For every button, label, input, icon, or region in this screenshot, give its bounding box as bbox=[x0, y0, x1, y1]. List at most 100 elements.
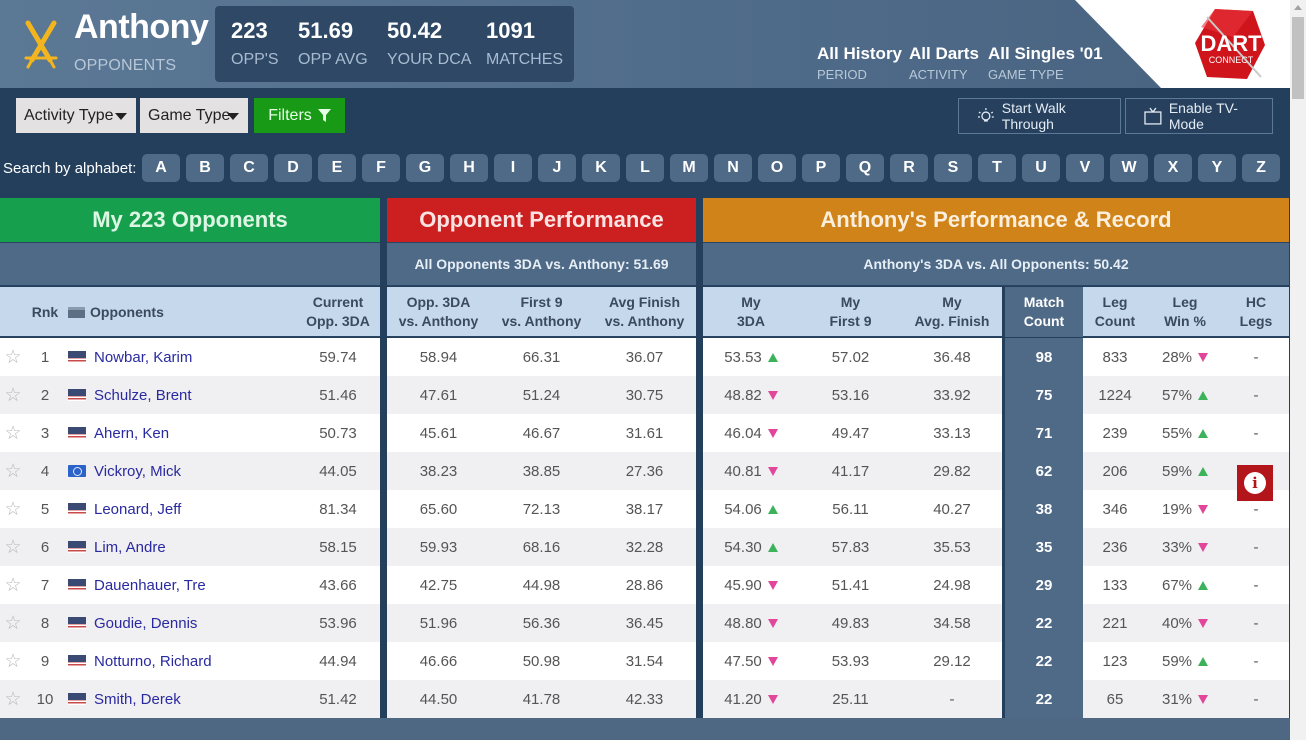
enable-tv-mode-button[interactable]: Enable TV-Mode bbox=[1125, 98, 1273, 134]
scroll-up-arrow-icon[interactable] bbox=[1294, 5, 1302, 10]
us-flag-icon bbox=[68, 541, 86, 553]
alphabet-button-t[interactable]: T bbox=[978, 154, 1016, 182]
rank-cell: 2 bbox=[40, 386, 50, 404]
trend-up-icon bbox=[1198, 656, 1209, 666]
filter-period[interactable]: All History PERIOD bbox=[817, 44, 902, 82]
opponent-name-link[interactable]: Dauenhauer, Tre bbox=[94, 577, 206, 594]
favorite-star-icon[interactable]: ☆ bbox=[2, 604, 24, 642]
column-header-leg-win[interactable]: Leg Win % bbox=[1147, 287, 1223, 337]
filter-activity[interactable]: All Darts ACTIVITY bbox=[909, 44, 979, 82]
first9-cell: 66.31 bbox=[522, 348, 561, 366]
opp-3da-cell: 46.66 bbox=[419, 652, 458, 670]
alphabet-button-i[interactable]: I bbox=[494, 154, 532, 182]
opponent-cell: Vickroy, Mick bbox=[68, 452, 288, 490]
filters-button[interactable]: Filters bbox=[254, 98, 345, 133]
column-header-my-3da[interactable]: My 3DA bbox=[703, 287, 799, 337]
button-label: Enable TV-Mode bbox=[1168, 100, 1238, 132]
column-header-my-avg-finish[interactable]: My Avg. Finish bbox=[902, 287, 1002, 337]
favorite-star-icon[interactable]: ☆ bbox=[2, 376, 24, 414]
favorite-star-icon[interactable]: ☆ bbox=[2, 566, 24, 604]
opponent-name-link[interactable]: Leonard, Jeff bbox=[94, 501, 181, 518]
info-button[interactable]: i bbox=[1237, 465, 1273, 501]
table-row: 48.80 49.83 34.58 22 221 40% - bbox=[703, 604, 1289, 642]
page-scrollbar[interactable] bbox=[1290, 0, 1306, 740]
column-header-current-3da[interactable]: Current Opp. 3DA bbox=[298, 287, 378, 337]
alphabet-button-c[interactable]: C bbox=[230, 154, 268, 182]
section-subtitle-opponents bbox=[0, 242, 380, 286]
scrollbar-thumb[interactable] bbox=[1292, 17, 1304, 99]
match-count-cell: 22 bbox=[1002, 680, 1083, 718]
favorite-star-icon[interactable]: ☆ bbox=[2, 452, 24, 490]
column-header-leg-count[interactable]: Leg Count bbox=[1083, 287, 1147, 337]
leg-count-cell: 236 bbox=[1102, 538, 1128, 556]
value: 57% bbox=[1161, 386, 1193, 404]
column-header-rank[interactable]: Rnk bbox=[28, 287, 62, 337]
table-row: 65.60 72.13 38.17 bbox=[387, 490, 696, 528]
alphabet-button-h[interactable]: H bbox=[450, 154, 488, 182]
value: 47.50 bbox=[724, 652, 762, 670]
alphabet-button-f[interactable]: F bbox=[362, 154, 400, 182]
header-line: My bbox=[942, 294, 962, 310]
alphabet-button-o[interactable]: O bbox=[758, 154, 796, 182]
header-line: First 9 bbox=[520, 294, 563, 310]
favorite-star-icon[interactable]: ☆ bbox=[2, 414, 24, 452]
alphabet-button-a[interactable]: A bbox=[142, 154, 180, 182]
favorite-star-icon[interactable]: ☆ bbox=[2, 338, 24, 376]
alphabet-button-p[interactable]: P bbox=[802, 154, 840, 182]
start-walk-through-button[interactable]: Start Walk Through bbox=[958, 98, 1121, 134]
alphabet-button-r[interactable]: R bbox=[890, 154, 928, 182]
opponent-name-link[interactable]: Ahern, Ken bbox=[94, 425, 169, 442]
favorite-star-icon[interactable]: ☆ bbox=[2, 528, 24, 566]
alphabet-button-z[interactable]: Z bbox=[1242, 154, 1280, 182]
opponent-name-link[interactable]: Lim, Andre bbox=[94, 539, 166, 556]
avg-finish-cell: 36.07 bbox=[625, 348, 664, 366]
favorite-star-icon[interactable]: ☆ bbox=[2, 490, 24, 528]
opponent-name-link[interactable]: Vickroy, Mick bbox=[94, 463, 181, 480]
value: 54.30 bbox=[724, 538, 762, 556]
alphabet-button-v[interactable]: V bbox=[1066, 154, 1104, 182]
alphabet-button-s[interactable]: S bbox=[934, 154, 972, 182]
alphabet-button-w[interactable]: W bbox=[1110, 154, 1148, 182]
game-type-dropdown[interactable]: Game Type bbox=[140, 98, 248, 133]
column-header-match-count[interactable]: Match Count bbox=[1002, 287, 1083, 337]
activity-type-dropdown[interactable]: Activity Type bbox=[16, 98, 136, 133]
alphabet-button-b[interactable]: B bbox=[186, 154, 224, 182]
alphabet-button-d[interactable]: D bbox=[274, 154, 312, 182]
favorite-star-icon[interactable]: ☆ bbox=[2, 642, 24, 680]
column-header-my-first9[interactable]: My First 9 bbox=[799, 287, 902, 337]
hc-legs-cell: - bbox=[1253, 538, 1259, 556]
filter-game-type[interactable]: All Singles '01 GAME TYPE bbox=[988, 44, 1103, 82]
alphabet-button-q[interactable]: Q bbox=[846, 154, 884, 182]
opponent-name-link[interactable]: Schulze, Brent bbox=[94, 387, 192, 404]
alphabet-button-e[interactable]: E bbox=[318, 154, 356, 182]
opponent-name-link[interactable]: Goudie, Dennis bbox=[94, 615, 197, 632]
value: 46.04 bbox=[724, 424, 762, 442]
dropdown-label: Game Type bbox=[148, 106, 231, 124]
header-line: Opp. 3DA bbox=[306, 313, 370, 329]
alphabet-button-g[interactable]: G bbox=[406, 154, 444, 182]
alphabet-button-m[interactable]: M bbox=[670, 154, 708, 182]
dartconnect-logo[interactable]: DART CONNECT bbox=[1193, 7, 1267, 81]
trend-down-icon bbox=[1198, 618, 1209, 628]
header-line: vs. Anthony bbox=[604, 313, 685, 329]
trend-down-icon bbox=[1198, 694, 1209, 704]
column-header-first9[interactable]: First 9 vs. Anthony bbox=[490, 287, 593, 337]
opponent-name-link[interactable]: Nowbar, Karim bbox=[94, 349, 192, 366]
alphabet-button-l[interactable]: L bbox=[626, 154, 664, 182]
alphabet-button-j[interactable]: J bbox=[538, 154, 576, 182]
alphabet-button-k[interactable]: K bbox=[582, 154, 620, 182]
column-header-opponents[interactable]: Opponents bbox=[68, 287, 168, 337]
alphabet-button-x[interactable]: X bbox=[1154, 154, 1192, 182]
column-header-hc-legs[interactable]: HC Legs bbox=[1223, 287, 1289, 337]
column-header-opp-3da[interactable]: Opp. 3DA vs. Anthony bbox=[387, 287, 490, 337]
trend-down-icon bbox=[767, 580, 778, 590]
hc-legs-cell: - bbox=[1253, 690, 1259, 708]
opponent-name-link[interactable]: Smith, Derek bbox=[94, 691, 181, 708]
table-row: ☆ 3 Ahern, Ken 50.73 bbox=[0, 414, 380, 452]
alphabet-button-y[interactable]: Y bbox=[1198, 154, 1236, 182]
alphabet-button-n[interactable]: N bbox=[714, 154, 752, 182]
alphabet-button-u[interactable]: U bbox=[1022, 154, 1060, 182]
favorite-star-icon[interactable]: ☆ bbox=[2, 680, 24, 718]
opponent-name-link[interactable]: Notturno, Richard bbox=[94, 653, 212, 670]
column-header-avg-finish[interactable]: Avg Finish vs. Anthony bbox=[593, 287, 696, 337]
